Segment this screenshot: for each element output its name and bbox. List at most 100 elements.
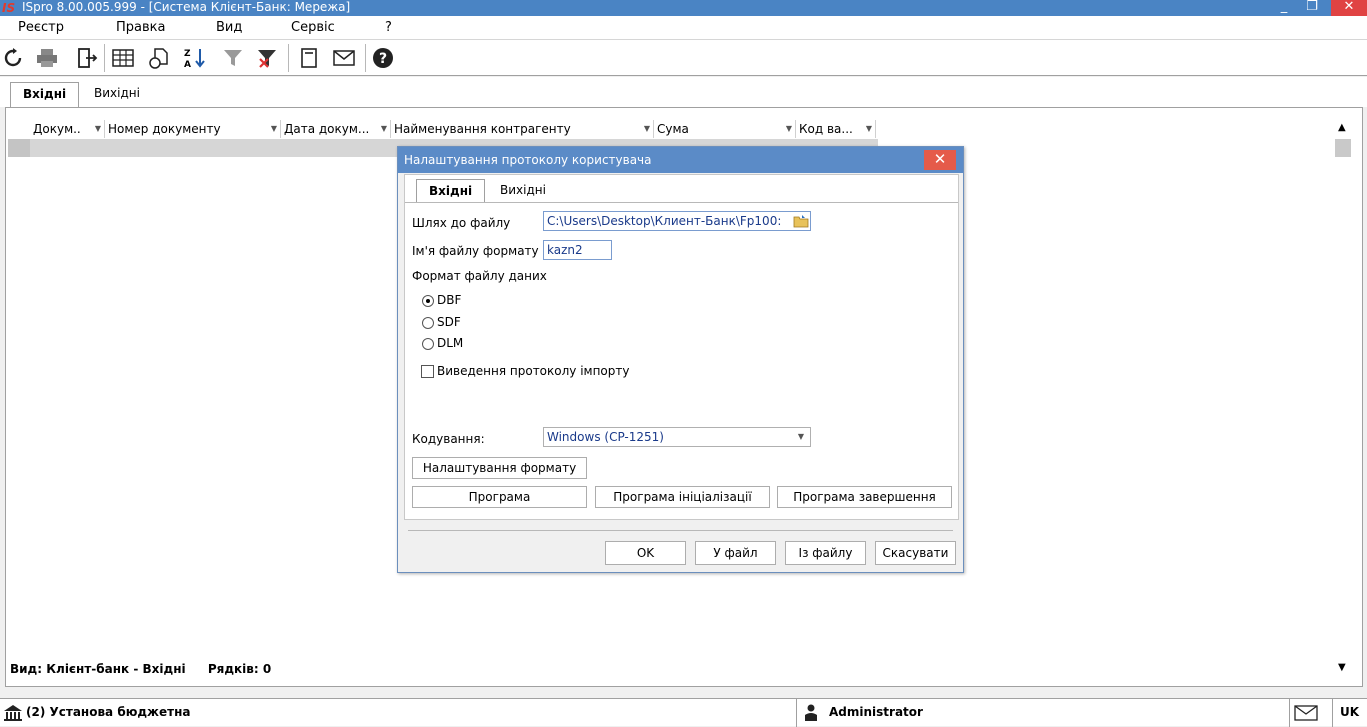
dropdown-arrow-icon: ▼: [785, 124, 792, 133]
toolbar-separator: [288, 44, 289, 72]
radio-sdf[interactable]: [422, 317, 434, 329]
language-indicator[interactable]: UK: [1340, 705, 1359, 719]
dialog-title-bar: Налаштування протоколу користувача ✕: [398, 147, 963, 173]
toolbar-separator: [365, 44, 366, 72]
dialog-tab-outgoing[interactable]: Вихідні: [488, 179, 558, 203]
radio-dbf-label[interactable]: DBF: [437, 293, 461, 307]
copy-icon[interactable]: [146, 44, 172, 72]
dialog-title: Налаштування протоколу користувача: [404, 153, 652, 167]
print-icon[interactable]: [34, 44, 60, 72]
mail-status-icon[interactable]: [1294, 705, 1318, 724]
column-header-number[interactable]: Номер документу ▼: [105, 120, 281, 138]
sort-icon[interactable]: ZA: [182, 44, 208, 72]
row-indicator: [8, 139, 30, 157]
grid-header: Докум.. ▼ Номер документу ▼ Дата докум... ▼…: [30, 120, 876, 138]
footer-info: Вид: Клієнт-банк - Вхідні Рядків: 0: [10, 662, 271, 676]
encoding-select[interactable]: Windows (CP-1251) ▼: [543, 427, 811, 447]
title-bar: IS ISpro 8.00.005.999 - [Система Клієнт-…: [0, 0, 1367, 16]
to-file-button[interactable]: У файл: [695, 541, 776, 565]
app-logo: IS: [2, 1, 16, 15]
dialog-tab-incoming[interactable]: Вхідні: [416, 179, 486, 203]
path-value: C:\Users\Desktop\Клиент-Банк\Fp100:: [547, 214, 782, 228]
organization-label: (2) Установа бюджетна: [26, 705, 191, 719]
mail-icon[interactable]: [331, 44, 357, 72]
dialog-body: Вхідні Вихідні Шлях до файлу C:\Users\De…: [404, 174, 959, 520]
column-header-currency[interactable]: Код ва... ▼: [796, 120, 876, 138]
status-bar: (2) Установа бюджетна Administrator UK: [0, 698, 1367, 727]
table-icon[interactable]: [110, 44, 136, 72]
dropdown-arrow-icon: ▼: [270, 124, 277, 133]
init-program-button[interactable]: Програма ініціалізації: [595, 486, 770, 508]
data-format-label: Формат файлу даних: [412, 269, 547, 283]
toolbar-separator: [104, 44, 105, 72]
column-header-sum[interactable]: Сума ▼: [654, 120, 796, 138]
menu-help[interactable]: ?: [385, 20, 392, 35]
format-name-input[interactable]: kazn2: [543, 240, 612, 260]
scrollbar-thumb[interactable]: [1335, 139, 1351, 157]
import-log-label[interactable]: Виведення протоколу імпорту: [437, 364, 630, 378]
radio-dbf[interactable]: [422, 295, 434, 307]
column-header-date[interactable]: Дата докум... ▼: [281, 120, 391, 138]
status-separator: [796, 699, 797, 727]
menu-bar: Реєстр Правка Вид Сервіс ?: [0, 16, 1367, 40]
column-label: Найменування контрагенту: [394, 122, 571, 136]
column-label: Докум..: [33, 122, 81, 136]
radio-dlm-label[interactable]: DLM: [437, 336, 463, 350]
status-separator: [1289, 699, 1290, 727]
column-label: Код ва...: [799, 122, 853, 136]
column-header-counterparty[interactable]: Найменування контрагенту ▼: [391, 120, 654, 138]
dialog-close-button[interactable]: ✕: [924, 150, 956, 170]
settings-dialog: Налаштування протоколу користувача ✕ Вхі…: [397, 146, 964, 573]
minimize-button[interactable]: _: [1270, 0, 1298, 16]
svg-text:A: A: [184, 60, 191, 69]
exit-icon[interactable]: [74, 44, 100, 72]
dropdown-arrow-icon: ▼: [865, 124, 872, 133]
encoding-label: Кодування:: [412, 432, 485, 446]
from-file-button[interactable]: Із файлу: [785, 541, 866, 565]
status-separator: [1332, 699, 1333, 727]
import-log-checkbox[interactable]: [421, 365, 434, 378]
menu-service[interactable]: Сервіс: [291, 20, 335, 35]
filter-icon[interactable]: [220, 44, 246, 72]
format-name-label: Ім'я файлу формату: [412, 244, 539, 258]
menu-edit[interactable]: Правка: [116, 20, 165, 35]
encoding-value: Windows (CP-1251): [547, 430, 664, 444]
menu-registry[interactable]: Реєстр: [18, 20, 64, 35]
building-icon: [3, 704, 23, 725]
tab-divider: [405, 202, 958, 203]
chevron-down-icon: ▼: [797, 432, 804, 441]
menu-view[interactable]: Вид: [216, 20, 242, 35]
scroll-up-icon[interactable]: ▲: [1338, 122, 1346, 133]
dropdown-arrow-icon: ▼: [643, 124, 650, 133]
column-label: Сума: [657, 122, 689, 136]
column-header-doc[interactable]: Докум.. ▼: [30, 120, 105, 138]
format-settings-button[interactable]: Налаштування формату: [412, 457, 587, 479]
tab-outgoing[interactable]: Вихідні: [82, 82, 152, 107]
tab-incoming[interactable]: Вхідні: [10, 82, 80, 107]
column-label: Дата докум...: [284, 122, 370, 136]
radio-sdf-label[interactable]: SDF: [437, 315, 461, 329]
document-icon[interactable]: [296, 44, 322, 72]
help-icon[interactable]: ?: [370, 44, 396, 72]
radio-dlm[interactable]: [422, 338, 434, 350]
path-input[interactable]: C:\Users\Desktop\Клиент-Банк\Fp100:: [543, 211, 811, 231]
folder-browse-icon[interactable]: [793, 214, 809, 231]
dialog-divider: [408, 530, 953, 531]
restore-button[interactable]: ❐: [1298, 0, 1326, 16]
user-icon: [804, 704, 818, 725]
ok-button[interactable]: OK: [605, 541, 686, 565]
dropdown-arrow-icon: ▼: [380, 124, 387, 133]
path-label: Шлях до файлу: [412, 216, 511, 230]
clear-filter-icon[interactable]: [254, 44, 280, 72]
user-name: Administrator: [829, 705, 923, 719]
vertical-scrollbar[interactable]: ▲ ▼: [1332, 120, 1354, 678]
finish-program-button[interactable]: Програма завершення: [777, 486, 952, 508]
close-button[interactable]: ✕: [1331, 0, 1367, 16]
refresh-icon[interactable]: [0, 44, 26, 72]
scroll-down-icon[interactable]: ▼: [1338, 662, 1346, 673]
svg-text:?: ?: [379, 51, 387, 67]
window-title: ISpro 8.00.005.999 - [Система Клієнт-Бан…: [22, 0, 351, 14]
cancel-button[interactable]: Скасувати: [875, 541, 956, 565]
view-label: Вид: Клієнт-банк - Вхідні: [10, 662, 186, 676]
program-button[interactable]: Програма: [412, 486, 587, 508]
